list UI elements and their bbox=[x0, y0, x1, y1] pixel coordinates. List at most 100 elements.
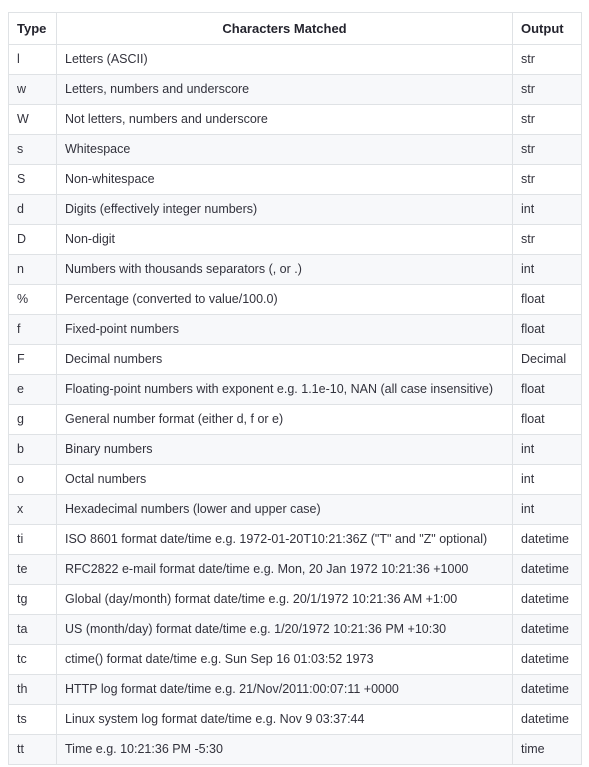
column-header-characters-matched: Characters Matched bbox=[56, 12, 513, 45]
cell-type: % bbox=[8, 284, 57, 315]
page-container: Type Characters Matched Output l Letters … bbox=[0, 0, 589, 767]
cell-output: datetime bbox=[512, 614, 582, 645]
cell-characters-matched: ctime() format date/time e.g. Sun Sep 16… bbox=[56, 644, 513, 675]
cell-output: datetime bbox=[512, 644, 582, 675]
table-row: te RFC2822 e-mail format date/time e.g. M… bbox=[8, 554, 582, 585]
cell-characters-matched: HTTP log format date/time e.g. 21/Nov/20… bbox=[56, 674, 513, 705]
table-row: g General number format (either d, f or e… bbox=[8, 404, 582, 435]
table-row: W Not letters, numbers and underscore str bbox=[8, 104, 582, 135]
cell-output: float bbox=[512, 374, 582, 405]
table-row: th HTTP log format date/time e.g. 21/Nov/… bbox=[8, 674, 582, 705]
cell-type: tc bbox=[8, 644, 57, 675]
cell-type: l bbox=[8, 44, 57, 75]
table-row: tg Global (day/month) format date/time e.… bbox=[8, 584, 582, 615]
cell-characters-matched: RFC2822 e-mail format date/time e.g. Mon… bbox=[56, 554, 513, 585]
cell-characters-matched: Linux system log format date/time e.g. N… bbox=[56, 704, 513, 735]
cell-type: te bbox=[8, 554, 57, 585]
cell-characters-matched: Octal numbers bbox=[56, 464, 513, 495]
column-header-output: Output bbox=[512, 12, 582, 45]
cell-output: datetime bbox=[512, 524, 582, 555]
cell-characters-matched: Letters, numbers and underscore bbox=[56, 74, 513, 105]
cell-output: datetime bbox=[512, 704, 582, 735]
cell-type: b bbox=[8, 434, 57, 465]
cell-output: str bbox=[512, 224, 582, 255]
table-header-row: Type Characters Matched Output bbox=[8, 12, 582, 45]
cell-output: int bbox=[512, 464, 582, 495]
cell-output: datetime bbox=[512, 674, 582, 705]
cell-output: datetime bbox=[512, 584, 582, 615]
cell-type: th bbox=[8, 674, 57, 705]
table-row: x Hexadecimal numbers (lower and upper ca… bbox=[8, 494, 582, 525]
cell-characters-matched: Fixed-point numbers bbox=[56, 314, 513, 345]
table-row: F Decimal numbers Decimal bbox=[8, 344, 582, 375]
table-row: tt Time e.g. 10:21:36 PM -5:30 time bbox=[8, 734, 582, 765]
table-row: b Binary numbers int bbox=[8, 434, 582, 465]
cell-characters-matched: Percentage (converted to value/100.0) bbox=[56, 284, 513, 315]
cell-output: str bbox=[512, 164, 582, 195]
table-row: w Letters, numbers and underscore str bbox=[8, 74, 582, 105]
column-header-type: Type bbox=[8, 12, 57, 45]
table-row: d Digits (effectively integer numbers) int bbox=[8, 194, 582, 225]
cell-characters-matched: Time e.g. 10:21:36 PM -5:30 bbox=[56, 734, 513, 765]
table-row: s Whitespace str bbox=[8, 134, 582, 165]
cell-output: int bbox=[512, 194, 582, 225]
cell-output: str bbox=[512, 104, 582, 135]
cell-output: str bbox=[512, 74, 582, 105]
cell-characters-matched: Non-whitespace bbox=[56, 164, 513, 195]
cell-characters-matched: US (month/day) format date/time e.g. 1/2… bbox=[56, 614, 513, 645]
cell-output: float bbox=[512, 284, 582, 315]
cell-type: g bbox=[8, 404, 57, 435]
cell-type: S bbox=[8, 164, 57, 195]
cell-characters-matched: Floating-point numbers with exponent e.g… bbox=[56, 374, 513, 405]
table-row: S Non-whitespace str bbox=[8, 164, 582, 195]
cell-output: str bbox=[512, 44, 582, 75]
cell-type: x bbox=[8, 494, 57, 525]
table-row: tc ctime() format date/time e.g. Sun Sep … bbox=[8, 644, 582, 675]
cell-type: tt bbox=[8, 734, 57, 765]
cell-output: int bbox=[512, 494, 582, 525]
cell-characters-matched: General number format (either d, f or e) bbox=[56, 404, 513, 435]
table-row: ti ISO 8601 format date/time e.g. 1972-01… bbox=[8, 524, 582, 555]
table-row: % Percentage (converted to value/100.0) fl… bbox=[8, 284, 582, 315]
cell-type: e bbox=[8, 374, 57, 405]
cell-type: n bbox=[8, 254, 57, 285]
cell-characters-matched: Letters (ASCII) bbox=[56, 44, 513, 75]
cell-type: W bbox=[8, 104, 57, 135]
cell-output: str bbox=[512, 134, 582, 165]
cell-type: ts bbox=[8, 704, 57, 735]
cell-type: ti bbox=[8, 524, 57, 555]
cell-characters-matched: Non-digit bbox=[56, 224, 513, 255]
cell-characters-matched: ISO 8601 format date/time e.g. 1972-01-2… bbox=[56, 524, 513, 555]
cell-output: int bbox=[512, 434, 582, 465]
cell-output: time bbox=[512, 734, 582, 765]
cell-output: int bbox=[512, 254, 582, 285]
cell-characters-matched: Digits (effectively integer numbers) bbox=[56, 194, 513, 225]
table-row: ts Linux system log format date/time e.g.… bbox=[8, 704, 582, 735]
cell-output: datetime bbox=[512, 554, 582, 585]
cell-type: d bbox=[8, 194, 57, 225]
cell-output: float bbox=[512, 314, 582, 345]
table-row: D Non-digit str bbox=[8, 224, 582, 255]
table-row: ta US (month/day) format date/time e.g. 1… bbox=[8, 614, 582, 645]
cell-type: D bbox=[8, 224, 57, 255]
table-row: n Numbers with thousands separators (, or… bbox=[8, 254, 582, 285]
cell-type: s bbox=[8, 134, 57, 165]
table-row: o Octal numbers int bbox=[8, 464, 582, 495]
table-row: l Letters (ASCII) str bbox=[8, 44, 582, 75]
cell-type: f bbox=[8, 314, 57, 345]
cell-type: w bbox=[8, 74, 57, 105]
type-reference-table: Type Characters Matched Output l Letters … bbox=[8, 12, 582, 765]
cell-type: tg bbox=[8, 584, 57, 615]
cell-characters-matched: Global (day/month) format date/time e.g.… bbox=[56, 584, 513, 615]
cell-characters-matched: Hexadecimal numbers (lower and upper cas… bbox=[56, 494, 513, 525]
cell-type: o bbox=[8, 464, 57, 495]
cell-characters-matched: Not letters, numbers and underscore bbox=[56, 104, 513, 135]
cell-characters-matched: Binary numbers bbox=[56, 434, 513, 465]
cell-characters-matched: Decimal numbers bbox=[56, 344, 513, 375]
cell-characters-matched: Whitespace bbox=[56, 134, 513, 165]
cell-type: F bbox=[8, 344, 57, 375]
table-row: e Floating-point numbers with exponent e.… bbox=[8, 374, 582, 405]
table-row: f Fixed-point numbers float bbox=[8, 314, 582, 345]
table-body: l Letters (ASCII) str w Letters, numbers and… bbox=[8, 44, 582, 765]
cell-output: Decimal bbox=[512, 344, 582, 375]
